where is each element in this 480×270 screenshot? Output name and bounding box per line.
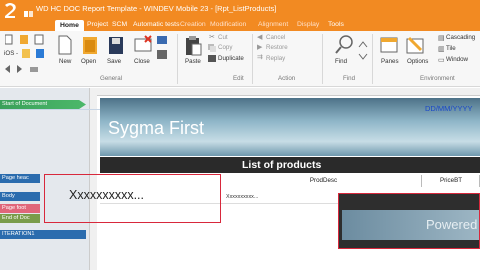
- panes-button[interactable]: Panes: [381, 58, 399, 65]
- column-header-proddesc[interactable]: ProdDesc: [226, 175, 422, 187]
- back-forward-icon[interactable]: [4, 65, 48, 74]
- tab-tools[interactable]: Tools: [328, 21, 344, 28]
- duplicate-button[interactable]: Duplicate: [218, 55, 244, 62]
- date-placeholder[interactable]: DD/MM/YYYY: [425, 104, 473, 113]
- section-body[interactable]: Body: [0, 192, 40, 201]
- new-button[interactable]: New: [59, 58, 71, 65]
- group-environment: Environment: [420, 75, 455, 82]
- ribbon-separator: [177, 34, 178, 84]
- group-edit: Edit: [233, 75, 244, 82]
- platform-icons[interactable]: [22, 49, 50, 59]
- section-page-header[interactable]: Page heac: [0, 174, 40, 183]
- magnifier-icon[interactable]: [334, 34, 354, 56]
- section-page-footer[interactable]: Page foot: [0, 204, 40, 213]
- paste-button[interactable]: Paste: [185, 58, 201, 65]
- section-iteration[interactable]: ITERATION1: [0, 230, 86, 239]
- tab-scm[interactable]: SCM: [112, 21, 127, 28]
- tab-home[interactable]: Home: [55, 20, 84, 31]
- options-button[interactable]: Options: [407, 58, 428, 65]
- section-end-of-doc[interactable]: End of Doc: [0, 214, 40, 223]
- group-general: General: [100, 75, 123, 82]
- column-header-pricebt[interactable]: PriceBT: [423, 175, 480, 187]
- selection-highlight: [44, 174, 221, 223]
- tab-alignment[interactable]: Alignment: [258, 21, 288, 28]
- close-button[interactable]: Close: [134, 58, 150, 65]
- title-bar: WD HC DOC Report Template - WINDEV Mobil…: [0, 0, 480, 20]
- tab-project[interactable]: Project: [87, 21, 108, 28]
- new-icon[interactable]: [58, 35, 72, 55]
- ribbon-separator: [252, 34, 253, 84]
- open-button[interactable]: Open: [81, 58, 96, 65]
- window-icon: ▭: [438, 57, 445, 64]
- copy-button[interactable]: Copy: [218, 44, 232, 51]
- cascading-icon: ▤: [438, 35, 445, 42]
- window-title: WD HC DOC Report Template - WINDEV Mobil…: [36, 4, 277, 13]
- tab-automatic-tests[interactable]: Automatic tests: [133, 21, 179, 28]
- group-action: Action: [278, 75, 296, 82]
- tile-button[interactable]: Tile: [446, 45, 456, 52]
- replay-icon: ⇉: [257, 54, 263, 61]
- platform-selector[interactable]: iOS -: [4, 50, 18, 57]
- new-element-icons[interactable]: [5, 34, 49, 46]
- proddesc-placeholder[interactable]: Xxxxxxxxxx...: [226, 194, 258, 200]
- company-name[interactable]: Sygma First: [108, 118, 204, 139]
- selection-highlight-footer: [338, 193, 480, 249]
- window-button[interactable]: Window: [446, 56, 468, 63]
- copy-icon: [208, 44, 216, 52]
- group-find: Find: [343, 75, 356, 82]
- cancel-button[interactable]: Cancel: [266, 34, 285, 41]
- paste-icon[interactable]: [184, 35, 202, 57]
- quick-access-icon[interactable]: [24, 10, 34, 18]
- cut-button[interactable]: Cut: [218, 34, 228, 41]
- tile-icon: ▥: [438, 46, 445, 53]
- tab-display[interactable]: Display: [297, 21, 319, 28]
- replay-button[interactable]: Replay: [266, 55, 285, 62]
- ribbon: iOS - New Open Save Close General Paste …: [0, 31, 480, 87]
- save-icon[interactable]: [108, 35, 124, 55]
- tab-modification[interactable]: Modification: [210, 21, 246, 28]
- options-icon[interactable]: [405, 34, 425, 56]
- save-button[interactable]: Save: [107, 58, 121, 65]
- close-icon[interactable]: [134, 35, 154, 55]
- open-icon[interactable]: [82, 35, 98, 55]
- list-title[interactable]: List of products: [242, 159, 321, 171]
- undo-icon: ◀: [257, 34, 263, 41]
- ribbon-tabs: Home Project SCM Automatic tests Creatio…: [0, 20, 480, 31]
- ribbon-separator: [372, 34, 373, 84]
- tools-icons[interactable]: [156, 35, 170, 61]
- duplicate-icon: [208, 55, 216, 62]
- panes-icon[interactable]: [380, 36, 398, 54]
- find-button[interactable]: Find: [335, 58, 347, 65]
- section-start-of-document[interactable]: Start of Document: [0, 100, 86, 109]
- scroll-arrows-icon[interactable]: [358, 41, 368, 61]
- horizontal-ruler: [97, 88, 480, 96]
- restore-button[interactable]: Restore: [266, 44, 288, 51]
- cascading-button[interactable]: Cascading: [446, 34, 475, 41]
- tab-creation[interactable]: Creation: [180, 21, 206, 28]
- cut-icon: ✂: [209, 34, 215, 41]
- redo-icon: ▶: [257, 44, 263, 51]
- ribbon-separator: [322, 34, 323, 84]
- windev-logo-icon: [5, 3, 16, 18]
